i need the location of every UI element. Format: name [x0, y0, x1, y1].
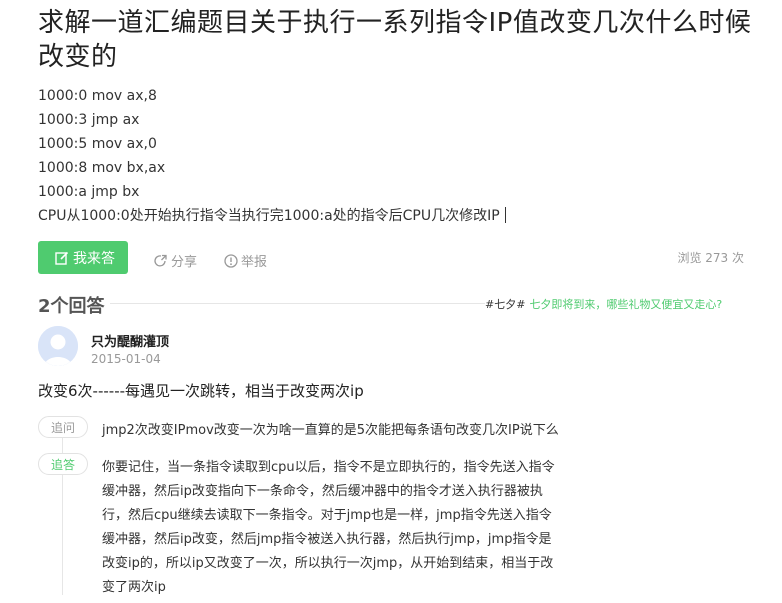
reply-badge: 追答 [38, 453, 88, 475]
view-count: 浏览 273 次 [677, 251, 744, 265]
question-line: 1000:a jmp bx [38, 184, 140, 200]
answer-text: 改变6次------每遇见一次跳转，相当于改变两次ip [38, 382, 364, 400]
answer-date: 2015-01-04 [91, 352, 161, 366]
question-text: CPU从1000:0处开始执行指令当执行完1000:a处的指令后CPU几次修改I… [38, 208, 500, 224]
followup-badge: 追问 [38, 416, 88, 438]
thread-line [62, 475, 63, 595]
report-icon [224, 253, 238, 268]
thread-line [62, 438, 63, 453]
question-title: 求解一道汇编题目关于执行一系列指令IP值改变几次什么时候改变的 [38, 8, 752, 72]
promo-text: 七夕即将到来，哪些礼物又便宜又走心? [529, 298, 723, 311]
question-line: 1000:0 mov ax,8 [38, 88, 157, 104]
question-body: 1000:0 mov ax,8 1000:3 jmp ax 1000:5 mov… [38, 84, 738, 228]
promo-link[interactable]: #七夕# 七夕即将到来，哪些礼物又便宜又走心? [485, 296, 722, 312]
answer-username[interactable]: 只为醍醐灌顶 [91, 331, 169, 350]
share-icon [154, 254, 167, 266]
avatar-placeholder [38, 326, 78, 366]
avatar[interactable] [38, 326, 78, 366]
section-divider [110, 303, 485, 304]
reply-line: 改变ip的，所以ip又改变了一次，所以执行一次jmp，从开始到结束，相当于改 [102, 556, 554, 571]
report-button[interactable]: 举报 [224, 251, 267, 270]
reply-line: 变了两次ip [102, 580, 166, 595]
reply-line: 缓冲器，然后ip改变，然后jmp指令被送入执行器，然后执行jmp，jmp指令是 [102, 532, 552, 547]
followup-text: jmp2次改变IPmov改变一次为啥一直算的是5次能把每条语句改变几次IP说下么 [102, 423, 559, 438]
reply-line: 缓冲器，然后ip改变指向下一条命令，然后缓冲器中的指令才送入执行器被执 [102, 484, 543, 499]
answer-button-label: 我来答 [73, 250, 115, 267]
question-line: 1000:3 jmp ax [38, 112, 140, 128]
edit-icon [55, 251, 69, 265]
promo-tag: #七夕# [485, 298, 526, 311]
question-line-last: CPU从1000:0处开始执行指令当执行完1000:a处的指令后CPU几次修改I… [38, 204, 738, 228]
answer-button[interactable]: 我来答 [38, 241, 128, 274]
share-label: 分享 [171, 255, 198, 270]
reply-line: 你要记住，当一条指令读取到cpu以后，指令不是立即执行的，指令先送入指令 [102, 460, 555, 475]
text-caret [504, 207, 506, 223]
answers-count: 2个回答 [38, 296, 105, 317]
report-label: 举报 [241, 255, 268, 270]
question-line: 1000:8 mov bx,ax [38, 160, 166, 176]
reply-line: 行，然后cpu继续去读取下一条指令。对于jmp也是一样，jmp指令先送入指令 [102, 508, 552, 523]
share-button[interactable]: 分享 [154, 251, 197, 270]
question-line: 1000:5 mov ax,0 [38, 136, 157, 152]
reply-text: 你要记住，当一条指令读取到cpu以后，指令不是立即执行的，指令先送入指令 缓冲器… [102, 456, 592, 600]
